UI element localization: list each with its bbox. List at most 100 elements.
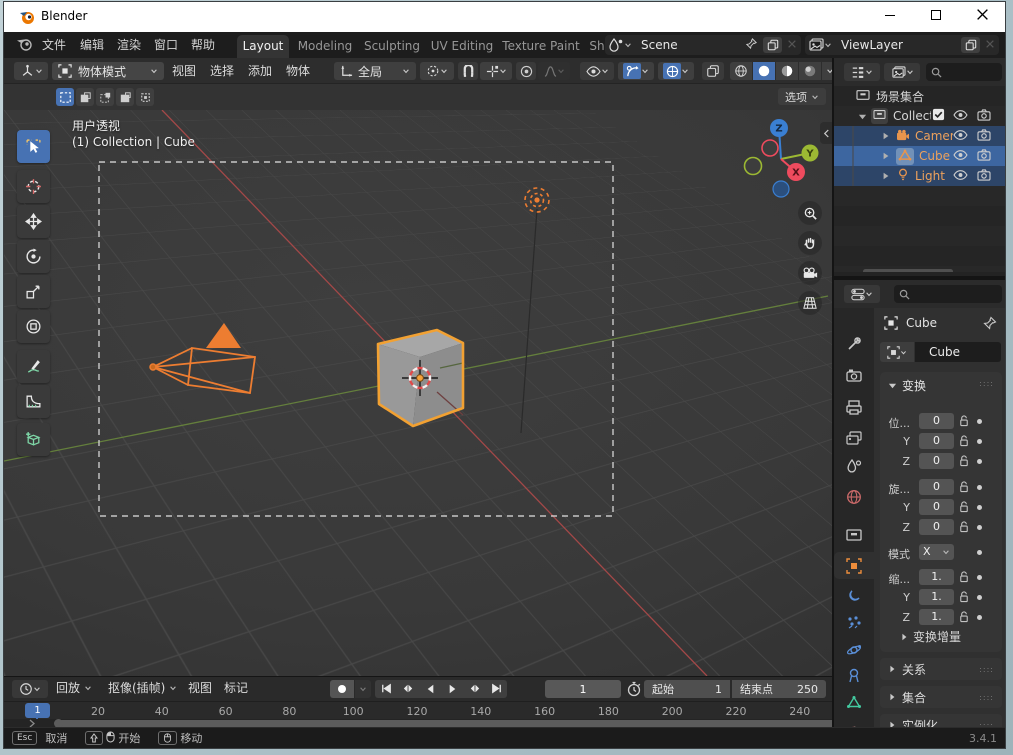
tool-select-box[interactable] [17,130,50,163]
workspace-tab-Sculpting[interactable]: Sculpting [361,35,423,58]
menu-0[interactable]: 文件 [42,32,66,58]
select-mode-0[interactable] [56,88,74,106]
workspace-tab-Modeling[interactable]: Modeling [294,35,356,58]
lock-icon[interactable] [959,571,969,586]
tool-add-cube[interactable] [17,423,50,456]
value-field[interactable]: 1. [919,609,954,625]
properties-tab-render[interactable] [834,362,874,389]
properties-tab-object[interactable] [834,552,874,579]
tool-annotate[interactable] [17,350,50,383]
proportional-falloff-selector[interactable] [538,62,570,80]
lock-icon[interactable] [959,435,969,450]
tool-measure[interactable] [17,385,50,418]
timeline-menu-1[interactable]: 抠像(插帧) [108,676,177,700]
animate-dot[interactable] [977,575,982,580]
3d-viewport[interactable]: 用户透视 (1) Collection | Cube Z Y X [4,110,832,676]
rotation-mode-dropdown[interactable]: X [919,544,954,560]
outliner-search[interactable] [926,63,1002,81]
auto-key-dropdown[interactable] [355,680,371,698]
new-viewlayer-button[interactable] [961,37,980,53]
gizmos-toggle[interactable] [618,62,654,80]
current-frame-field[interactable]: 1 [545,680,621,698]
viewport-menu-1[interactable]: 选择 [210,58,234,84]
shading-solid-button[interactable] [753,62,775,80]
properties-tab-view-layer[interactable] [834,425,874,452]
workspace-tab-UV Editing[interactable]: UV Editing [428,35,496,58]
lock-icon[interactable] [959,455,969,470]
hide-icon[interactable] [953,149,968,164]
value-field[interactable]: 0 [919,479,954,495]
timeline-menu-0[interactable]: 回放 [56,676,92,700]
animate-dot[interactable] [977,419,982,424]
scene-name[interactable]: Scene [635,38,745,52]
properties-tab-physics[interactable] [834,636,874,663]
scene-icon[interactable] [605,35,635,55]
close-button[interactable] [959,2,1005,32]
timeline-menu-3[interactable]: 标记 [224,676,248,700]
delta-transform-expand[interactable]: 变换增量 [900,628,961,645]
use-preview-range-icon[interactable] [626,681,642,700]
value-field[interactable]: 1. [919,569,954,585]
object-id-icon[interactable] [880,342,914,362]
jump-end-button[interactable] [485,680,507,698]
orthographic-toggle-button[interactable] [798,291,822,315]
viewport-menu-0[interactable]: 视图 [172,58,196,84]
value-field[interactable]: 0 [919,413,954,429]
camera-view-button[interactable] [798,261,822,285]
play-button[interactable] [441,680,463,698]
hide-icon[interactable] [953,129,968,144]
properties-tab-particles[interactable] [834,609,874,636]
scene-selector[interactable]: Scene [605,35,801,55]
collection-checkbox[interactable] [932,108,945,124]
scene-collection-label[interactable]: 场景集合 [876,88,924,105]
frame-start-field[interactable]: 起始 1 [644,680,730,698]
animate-dot[interactable] [977,439,982,444]
timeline-editor-type[interactable] [12,680,48,698]
expand-icon[interactable] [882,152,890,160]
properties-tab-collection[interactable] [834,521,874,548]
animate-dot[interactable] [977,595,982,600]
new-scene-button[interactable] [763,37,782,53]
minimize-button[interactable] [867,2,913,32]
render-visibility-icon[interactable] [977,148,991,164]
mode-selector[interactable]: 物体模式 [52,62,164,80]
light-object[interactable] [524,187,550,213]
menu-1[interactable]: 编辑 [80,32,104,58]
object-name-field[interactable]: Cube [915,342,1001,362]
proportional-editing-toggle[interactable] [516,62,536,80]
hide-icon[interactable] [953,169,968,184]
viewlayer-icon[interactable] [805,35,835,55]
lock-icon[interactable] [959,415,969,430]
shading-wireframe-button[interactable] [730,62,752,80]
options-dropdown[interactable]: 选项 [778,88,826,105]
breadcrumb-object-name[interactable]: Cube [906,316,937,330]
properties-tab-output[interactable] [834,394,874,421]
tool-transform[interactable] [17,310,50,343]
properties-tab-tool[interactable] [834,330,874,357]
menu-4[interactable]: 帮助 [191,32,215,58]
render-visibility-icon[interactable] [977,128,991,144]
value-field[interactable]: 0 [919,519,954,535]
menu-2[interactable]: 渲染 [117,32,141,58]
select-mode-2[interactable] [96,88,114,106]
animate-dot[interactable] [977,550,982,555]
render-visibility-icon[interactable] [977,168,991,184]
panel-drag-icon[interactable]: :::: [979,379,994,388]
outliner-editor-type[interactable] [844,63,880,81]
pin-icon[interactable] [745,37,758,53]
outliner-item-Light[interactable]: Light [834,166,1005,186]
move-view-button[interactable] [798,231,822,255]
blender-menu-icon[interactable] [16,37,33,55]
viewport-menu-3[interactable]: 物体 [286,58,310,84]
lock-icon[interactable] [959,501,969,516]
value-field[interactable]: 0 [919,453,954,469]
animate-dot[interactable] [977,485,982,490]
properties-tab-modifiers[interactable] [834,582,874,609]
properties-editor-type[interactable] [844,285,880,303]
snap-target-selector[interactable] [480,62,512,80]
navigation-gizmo[interactable]: Z Y X [735,115,830,210]
menu-3[interactable]: 窗口 [154,32,178,58]
zoom-view-button[interactable] [798,201,822,225]
camera-object[interactable] [149,323,257,395]
animate-dot[interactable] [977,615,982,620]
